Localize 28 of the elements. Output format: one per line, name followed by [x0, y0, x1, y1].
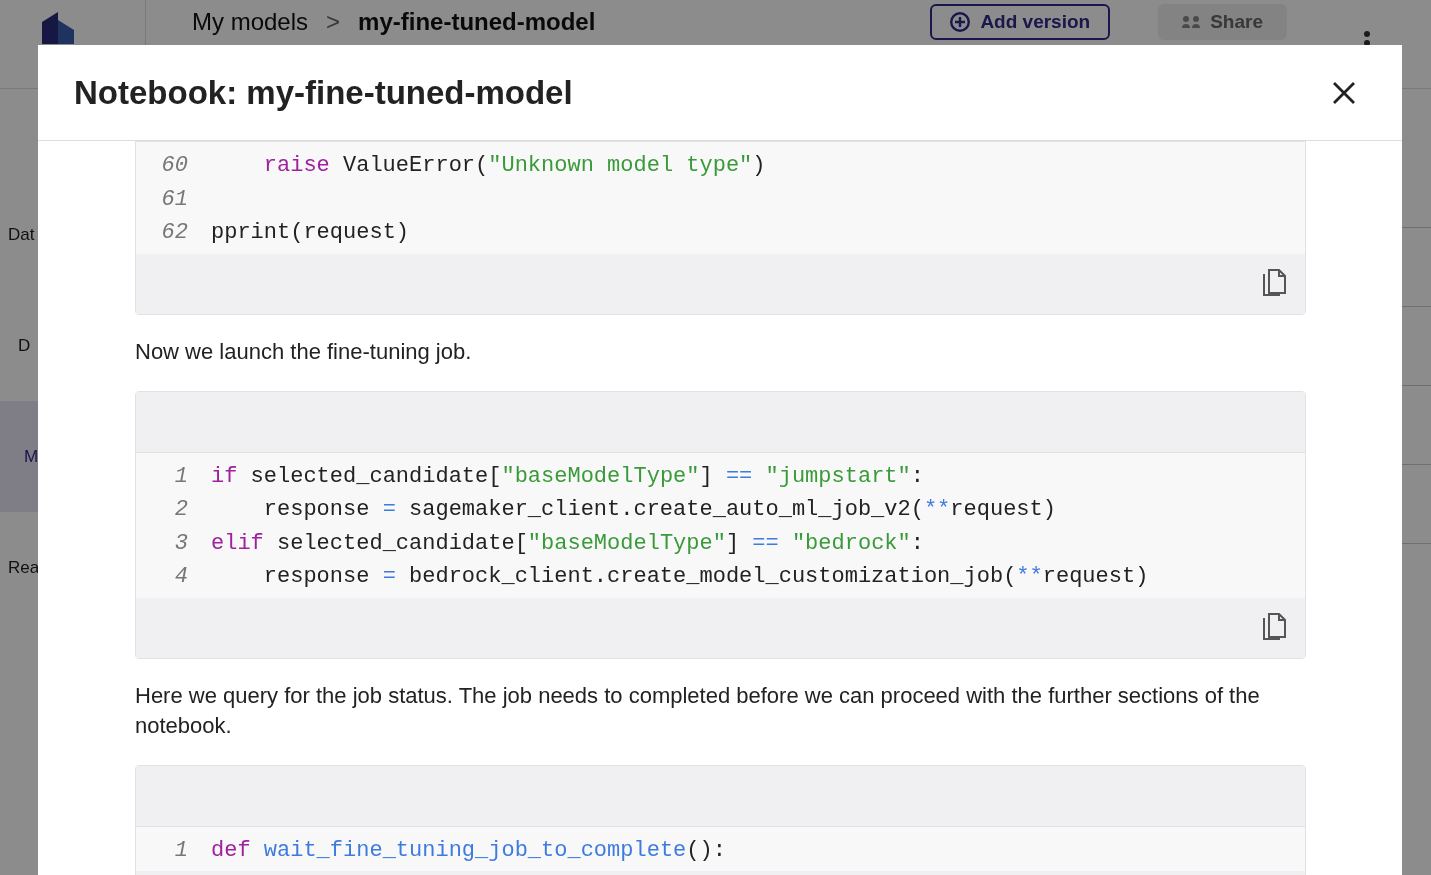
code-line: response = sagemaker_client.create_auto_ml_job_v2(**request) [262, 497, 1056, 523]
people-icon [1182, 16, 1201, 28]
code-line: raise ValueError("Unknown model type") [262, 153, 766, 179]
line-number: 1 [173, 463, 188, 489]
dialog-title: Notebook: my-fine-tuned-model [74, 73, 573, 112]
line-number: 1 [173, 837, 188, 863]
breadcrumb-separator: > [326, 8, 341, 36]
copy-icon[interactable] [1261, 268, 1287, 299]
copy-icon[interactable] [1261, 612, 1287, 643]
notebook-paragraph: Now we launch the fine-tuning job. [135, 337, 473, 366]
close-icon[interactable] [1332, 80, 1356, 105]
line-number: 2 [173, 497, 188, 523]
code-line: pprint(request) [211, 220, 410, 246]
line-number: 60 [160, 153, 188, 179]
code-line: elif selected_candidate["baseModelType"] == "bedrock": [211, 530, 924, 556]
breadcrumb-item: my-fine-tuned-model [358, 8, 596, 36]
code-line: def wait_fine_tuning_job_to_complete(): [211, 837, 726, 863]
line-number: 61 [160, 186, 188, 212]
add-version-button[interactable]: Add version [930, 4, 1111, 40]
plus-circle-icon [950, 12, 971, 32]
breadcrumb-item[interactable]: My models [192, 8, 309, 36]
code-line: response = bedrock_client.create_model_customization_job(**request) [262, 564, 1149, 590]
line-number: 4 [173, 564, 188, 590]
code-line: if selected_candidate["baseModelType"] == "jumpstart": [211, 463, 924, 489]
logo-icon [39, 12, 76, 44]
notebook-paragraph: Here we query for the job status. The job needs to completed before we can proceed with the further sections of the notebook. [135, 681, 1261, 740]
line-number: 3 [173, 530, 188, 556]
line-number: 62 [160, 220, 188, 246]
